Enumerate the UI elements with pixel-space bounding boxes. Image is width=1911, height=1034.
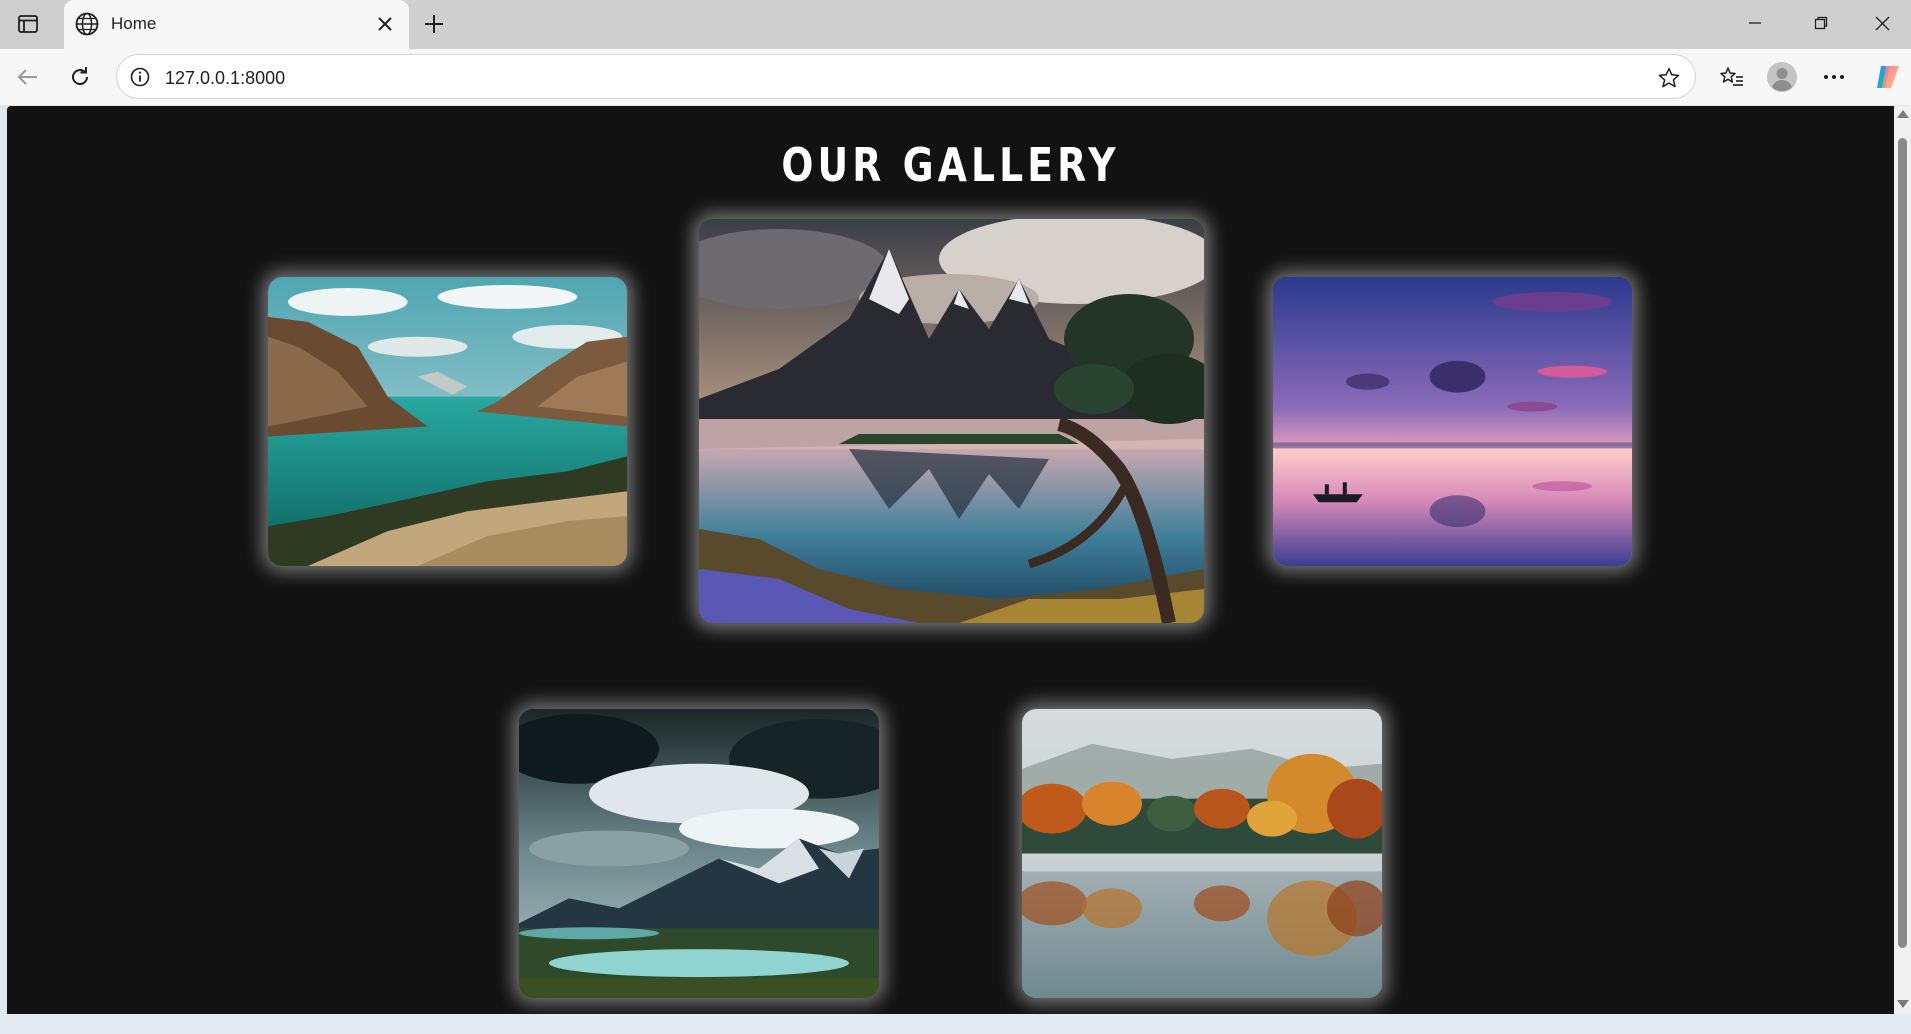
refresh-icon bbox=[72, 67, 88, 85]
address-url[interactable]: 127.0.0.1:8000 bbox=[165, 68, 285, 89]
profile-icon bbox=[1767, 62, 1797, 92]
gallery-image-autumn-lake[interactable] bbox=[1022, 709, 1382, 998]
address-bar[interactable]: 127.0.0.1:8000 bbox=[116, 54, 1696, 99]
back-button[interactable] bbox=[10, 59, 46, 95]
gallery-image-stormy-mountains[interactable] bbox=[519, 709, 879, 998]
info-icon bbox=[130, 67, 150, 87]
more-icon bbox=[1824, 75, 1844, 79]
restore-button[interactable] bbox=[1788, 0, 1854, 46]
gallery-image-mountain-lake[interactable] bbox=[699, 219, 1204, 623]
profile-button[interactable] bbox=[1764, 59, 1800, 95]
more-options-button[interactable] bbox=[1816, 59, 1852, 95]
plus-icon bbox=[425, 15, 443, 33]
minimize-icon bbox=[1749, 22, 1761, 24]
gallery-image-sunset-boat[interactable] bbox=[1273, 277, 1632, 566]
close-window-icon bbox=[1875, 16, 1890, 30]
refresh-button[interactable] bbox=[62, 59, 98, 95]
copilot-button[interactable] bbox=[1870, 59, 1906, 95]
stormy-mountains-image bbox=[519, 709, 879, 998]
tab-title: Home bbox=[111, 14, 157, 33]
restore-icon bbox=[1814, 16, 1828, 30]
sunset-boat-image bbox=[1273, 277, 1632, 566]
browser-toolbar: 127.0.0.1:8000 bbox=[0, 49, 1911, 105]
scroll-up-arrow-icon[interactable] bbox=[1897, 110, 1909, 118]
favorites-icon bbox=[1720, 67, 1743, 86]
close-window-button[interactable] bbox=[1854, 0, 1911, 46]
tab-actions-icon bbox=[18, 15, 38, 33]
copilot-icon bbox=[1877, 66, 1899, 88]
vertical-scrollbar[interactable] bbox=[1894, 106, 1911, 1014]
browser-tab-home[interactable]: Home bbox=[64, 0, 409, 49]
gallery-heading: OUR GALLERY bbox=[781, 138, 1120, 192]
new-tab-button[interactable] bbox=[418, 8, 450, 40]
favorites-button[interactable] bbox=[1714, 59, 1750, 95]
scroll-down-arrow-icon[interactable] bbox=[1897, 1000, 1909, 1008]
gallery-image-fjord[interactable] bbox=[268, 277, 627, 566]
browser-title-bar: Home bbox=[0, 0, 1911, 49]
back-arrow-icon bbox=[17, 69, 37, 85]
star-icon bbox=[1658, 67, 1680, 88]
autumn-lake-image bbox=[1022, 709, 1382, 998]
tab-actions-button[interactable] bbox=[8, 8, 48, 40]
add-favorite-button[interactable] bbox=[1655, 64, 1683, 92]
close-tab-button[interactable] bbox=[373, 12, 397, 36]
page-viewport: OUR GALLERY bbox=[7, 106, 1894, 1014]
taskbar-strip bbox=[0, 1014, 1911, 1034]
mountain-lake-image bbox=[699, 219, 1204, 623]
fjord-image bbox=[268, 277, 627, 566]
close-icon bbox=[378, 17, 392, 31]
scrollbar-thumb[interactable] bbox=[1898, 138, 1907, 948]
globe-icon bbox=[75, 12, 99, 36]
minimize-button[interactable] bbox=[1722, 0, 1788, 46]
